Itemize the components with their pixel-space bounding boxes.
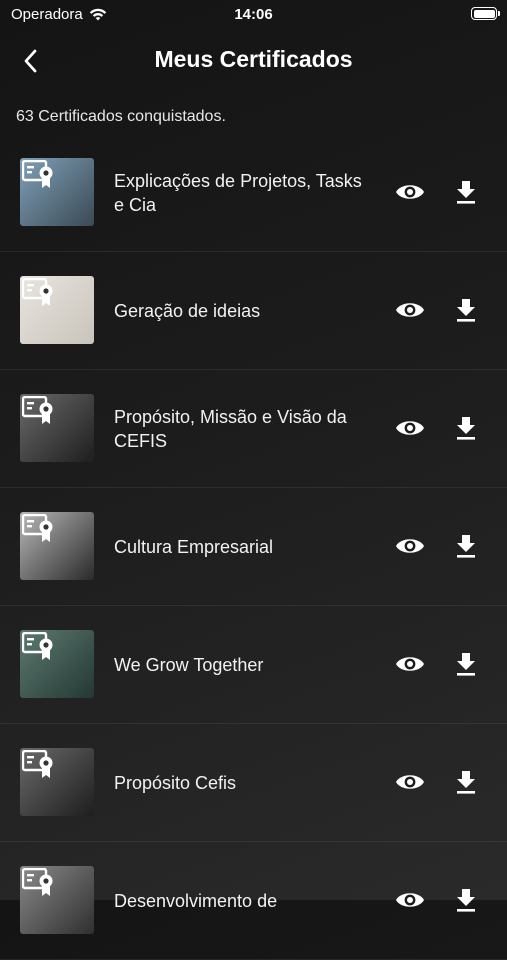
download-icon [457, 535, 475, 558]
eye-icon [396, 893, 424, 907]
certificate-thumbnail [20, 866, 94, 934]
page-title: Meus Certificados [154, 46, 353, 72]
view-certificate-button[interactable] [394, 650, 426, 678]
eye-icon [396, 539, 424, 553]
status-bar: Operadora 14:06 [0, 0, 507, 30]
download-icon [457, 417, 475, 440]
battery-level [473, 9, 495, 18]
certificate-title: Cultura Empresarial [114, 536, 274, 557]
eye-icon [396, 303, 424, 317]
view-certificate-button[interactable] [394, 414, 426, 442]
certificate-badge-icon [22, 632, 53, 660]
certificate-row[interactable]: Explicações de Projetos, Tasks e Cia [0, 134, 507, 252]
view-certificate-button[interactable] [394, 178, 426, 206]
certificate-badge-icon [22, 868, 53, 896]
certificate-badge-icon [22, 514, 53, 542]
download-certificate-button[interactable] [452, 650, 480, 678]
certificate-list: Explicações de Projetos, Tasks e Cia Ger… [0, 134, 507, 960]
eye-icon [396, 775, 424, 789]
certificate-row[interactable]: Cultura Empresarial [0, 488, 507, 606]
certificate-title: Desenvolvimento de [114, 890, 278, 911]
download-icon [457, 889, 475, 912]
eye-icon [396, 421, 424, 435]
certificate-title: Propósito, Missão e Visão da CEFIS [114, 406, 347, 451]
certificate-thumbnail [20, 748, 94, 816]
view-certificate-button[interactable] [394, 768, 426, 796]
certificate-row[interactable]: Propósito, Missão e Visão da CEFIS [0, 370, 507, 488]
certificate-title: Explicações de Projetos, Tasks e Cia [114, 170, 362, 215]
certificate-title: We Grow Together [114, 654, 264, 675]
certificate-count: 63 Certificados conquistados. [16, 108, 226, 125]
status-time: 14:06 [234, 6, 273, 23]
download-certificate-button[interactable] [452, 532, 480, 560]
battery-icon [471, 7, 500, 20]
certificate-badge-icon [22, 278, 53, 306]
certificate-thumbnail [20, 630, 94, 698]
view-certificate-button[interactable] [394, 532, 426, 560]
download-certificate-button[interactable] [452, 414, 480, 442]
certificate-badge-icon [22, 160, 53, 188]
certificate-row[interactable]: We Grow Together [0, 606, 507, 724]
certificate-row[interactable]: Geração de ideias [0, 252, 507, 370]
download-icon [457, 653, 475, 676]
certificate-thumbnail [20, 276, 94, 344]
certificate-thumbnail [20, 394, 94, 462]
download-icon [457, 771, 475, 794]
view-certificate-button[interactable] [394, 886, 426, 914]
certificate-badge-icon [22, 750, 53, 778]
view-certificate-button[interactable] [394, 296, 426, 324]
nav-bar: Meus Certificados [0, 40, 507, 82]
download-certificate-button[interactable] [452, 886, 480, 914]
certificate-title: Propósito Cefis [114, 772, 237, 793]
certificate-thumbnail [20, 158, 94, 226]
eye-icon [396, 657, 424, 671]
download-certificate-button[interactable] [452, 296, 480, 324]
eye-icon [396, 185, 424, 199]
certificate-row[interactable]: Desenvolvimento de [0, 842, 507, 960]
certificate-thumbnail [20, 512, 94, 580]
certificate-row[interactable]: Propósito Cefis [0, 724, 507, 842]
download-icon [457, 299, 475, 322]
download-certificate-button[interactable] [452, 178, 480, 206]
download-certificate-button[interactable] [452, 768, 480, 796]
download-icon [457, 181, 475, 204]
certificate-badge-icon [22, 396, 53, 424]
certificate-title: Geração de ideias [114, 300, 261, 321]
